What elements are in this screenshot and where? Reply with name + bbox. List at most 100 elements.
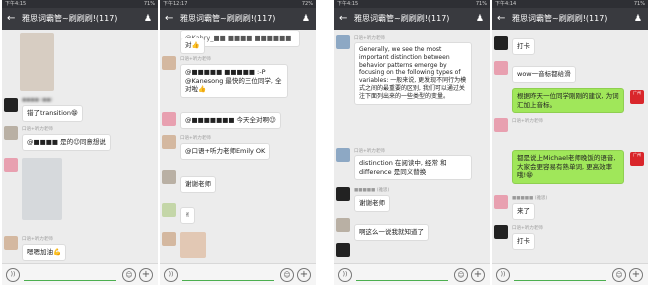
- status-time: 下午4:14: [495, 1, 517, 7]
- message-bubble[interactable]: 对👍: [180, 38, 205, 54]
- voice-icon[interactable]: )): [338, 268, 352, 282]
- avatar[interactable]: [494, 36, 508, 50]
- avatar[interactable]: [162, 170, 176, 184]
- plus-icon[interactable]: +: [297, 268, 311, 282]
- avatar[interactable]: [494, 195, 508, 209]
- sender-name: 口语+听力老师: [22, 127, 53, 132]
- status-time: 下午4:15: [337, 1, 359, 7]
- sender-name: 口语+听力老师: [512, 226, 543, 231]
- phone-screen-4: 下午4:14 71% ← 雅思词霸管~刷刷刷!(117) ♟ 打卡 wow一音标…: [492, 0, 648, 285]
- chat-title: 雅思词霸管~刷刷刷!(117): [22, 14, 118, 23]
- sender-name: 口语+听力老师: [512, 119, 543, 124]
- message-input[interactable]: [514, 280, 606, 281]
- plus-icon[interactable]: +: [629, 268, 643, 282]
- back-arrow-icon[interactable]: ←: [165, 13, 173, 25]
- avatar[interactable]: [162, 135, 176, 149]
- avatar[interactable]: [494, 118, 508, 132]
- notebook-photo[interactable]: [22, 158, 62, 220]
- group-member-icon[interactable]: ♟: [302, 13, 310, 25]
- message-input[interactable]: [356, 280, 448, 281]
- message-bubble[interactable]: 啊这么一说我就知道了: [354, 224, 429, 241]
- input-bar: )) ☺ +: [2, 263, 158, 285]
- message-bubble[interactable]: 谢谢老师: [180, 176, 216, 193]
- sender-name: 口语+听力老师: [354, 36, 385, 41]
- avatar[interactable]: [162, 203, 176, 217]
- input-bar: )) ☺ +: [334, 263, 490, 285]
- back-arrow-icon[interactable]: ←: [7, 13, 15, 25]
- status-bar: 下午12:17 72%: [160, 0, 316, 8]
- status-battery: 71%: [475, 1, 487, 7]
- avatar[interactable]: [162, 232, 176, 246]
- emoji-icon[interactable]: ☺: [280, 268, 294, 282]
- voice-icon[interactable]: )): [164, 268, 178, 282]
- avatar[interactable]: [4, 158, 18, 172]
- emoji-icon[interactable]: ☺: [122, 268, 136, 282]
- status-battery: 71%: [633, 1, 645, 7]
- avatar[interactable]: [336, 218, 350, 232]
- status-bar: 下午4:14 71%: [492, 0, 648, 8]
- message-bubble[interactable]: ✌: [180, 207, 196, 224]
- sender-name: ■■■■■ (雅思): [512, 196, 548, 201]
- avatar[interactable]: [4, 126, 18, 140]
- emoji-icon[interactable]: ☺: [454, 268, 468, 282]
- phone-screen-2: 下午12:17 72% ← 雅思词霸管~刷刷刷!(117) ♟ @Kahry_■…: [160, 0, 316, 285]
- message-bubble[interactable]: 来了: [512, 203, 535, 220]
- back-arrow-icon[interactable]: ←: [497, 13, 505, 25]
- sender-name: 口语+听力老师: [180, 136, 211, 141]
- message-bubble[interactable]: 嗯嗯加油💪: [22, 244, 67, 261]
- chat-title-bar: ← 雅思词霸管~刷刷刷!(117) ♟: [334, 8, 490, 30]
- status-bar: 下午4:15 71%: [334, 0, 490, 8]
- message-bubble[interactable]: distinction 在阅读中, 经常 和 difference 是同义替换: [354, 155, 472, 180]
- status-battery: 71%: [143, 1, 155, 7]
- message-input[interactable]: [182, 280, 274, 281]
- plus-icon[interactable]: +: [471, 268, 485, 282]
- message-bubble[interactable]: Generally, we see the most important dis…: [354, 42, 472, 105]
- baby-photo[interactable]: [180, 232, 206, 258]
- chat-title-bar: ← 雅思词霸管~刷刷刷!(117) ♟: [492, 8, 648, 30]
- avatar[interactable]: [336, 35, 350, 49]
- group-member-icon[interactable]: ♟: [476, 13, 484, 25]
- input-bar: )) ☺ +: [160, 263, 316, 285]
- avatar[interactable]: [4, 98, 18, 112]
- avatar[interactable]: [162, 112, 176, 126]
- phone-screen-3: 下午4:15 71% ← 雅思词霸管~刷刷刷!(117) ♟ 口语+听力老师 G…: [334, 0, 490, 285]
- avatar[interactable]: [162, 56, 176, 70]
- message-bubble[interactable]: @■■■■■ ■■■■■ :-P @Kanesong 最快的三位同学, 全对啦👍: [180, 64, 288, 98]
- message-bubble[interactable]: @■■■■ 是的😉同意想说: [22, 134, 111, 151]
- message-bubble[interactable]: 打卡: [512, 38, 535, 55]
- group-member-icon[interactable]: ♟: [144, 13, 152, 25]
- group-member-icon[interactable]: ♟: [634, 13, 642, 25]
- avatar[interactable]: [336, 148, 350, 162]
- message-bubble[interactable]: @口语+听力老师Emily OK: [180, 143, 271, 160]
- plus-icon[interactable]: +: [139, 268, 153, 282]
- input-bar: )) ☺ +: [492, 263, 648, 285]
- avatar-self[interactable]: 广州: [630, 152, 644, 166]
- status-battery: 72%: [301, 1, 313, 7]
- avatar[interactable]: [494, 61, 508, 75]
- status-bar: 下午4:15 71%: [2, 0, 158, 8]
- message-bubble-self[interactable]: 根据昨天一位同学刚刚的建议, 为词汇加上音标。: [512, 88, 624, 113]
- message-bubble[interactable]: 错了transition😁: [22, 105, 83, 122]
- avatar[interactable]: [494, 225, 508, 239]
- chat-title: 雅思词霸管~刷刷刷!(117): [512, 14, 608, 23]
- avatar-self[interactable]: 广州: [630, 90, 644, 104]
- voice-icon[interactable]: )): [6, 268, 20, 282]
- avatar[interactable]: [336, 243, 350, 257]
- message-bubble[interactable]: 打卡: [512, 233, 535, 250]
- message-bubble[interactable]: wow一音标都给滑: [512, 66, 576, 83]
- sender-name: 口语+听力老师: [354, 149, 385, 154]
- message-bubble[interactable]: 谢谢老师: [354, 195, 390, 212]
- back-arrow-icon[interactable]: ←: [339, 13, 347, 25]
- status-time: 下午4:15: [5, 1, 27, 7]
- emoji-icon[interactable]: ☺: [612, 268, 626, 282]
- avatar[interactable]: [4, 236, 18, 250]
- sender-name: ■■■■■ (雅思): [354, 188, 390, 193]
- status-time: 下午12:17: [163, 1, 188, 7]
- voice-icon[interactable]: )): [496, 268, 510, 282]
- message-bubble[interactable]: @■■■■■■■ 今天全对啊😉: [180, 112, 281, 129]
- message-bubble-self[interactable]: 都是说上Michael老师晚饭的语音, 大家会更容易有熟单词, 更高效率哦!😁: [512, 150, 624, 184]
- avatar[interactable]: [336, 187, 350, 201]
- message-input[interactable]: [24, 280, 116, 281]
- sender-name: 口语+听力老师: [22, 237, 53, 242]
- notebook-photo[interactable]: [20, 33, 54, 91]
